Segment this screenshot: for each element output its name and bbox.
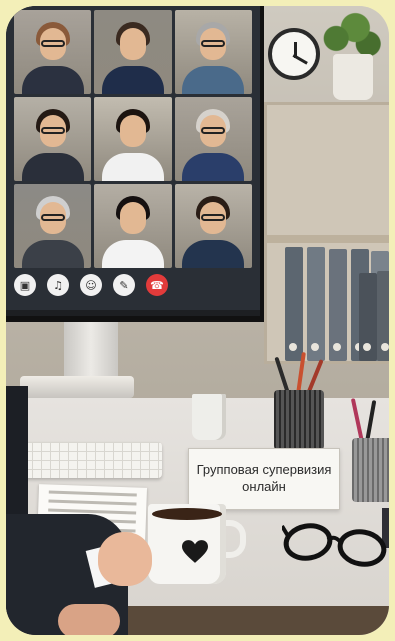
- glasses-icon: [40, 40, 65, 47]
- participant-tile[interactable]: [14, 184, 92, 268]
- participant-body: [21, 66, 84, 94]
- participant-body: [21, 153, 84, 181]
- participants-icon[interactable]: ☺: [80, 274, 102, 296]
- participant-body: [101, 240, 164, 268]
- participant-tile[interactable]: [14, 10, 92, 94]
- pen-holder-2: [352, 438, 389, 502]
- participant-face: [119, 202, 146, 234]
- keyboard: [24, 442, 162, 478]
- participant-tile[interactable]: [94, 184, 172, 268]
- eyeglasses-icon: [282, 523, 387, 567]
- heart-icon: [182, 540, 208, 563]
- camera-icon[interactable]: ▣: [14, 274, 36, 296]
- glasses-icon: [201, 127, 226, 134]
- pen-holder: [274, 390, 324, 450]
- video-call-screen: ▣ ♫ ☺ ✎ ☎: [6, 6, 260, 310]
- participant-body: [101, 66, 164, 94]
- plant-pot: [333, 54, 373, 100]
- participant-body: [182, 240, 245, 268]
- participant-body: [182, 66, 245, 94]
- plant: [317, 6, 381, 60]
- glasses-icon: [201, 214, 226, 221]
- glasses-icon: [40, 214, 65, 221]
- participant-face: [119, 28, 146, 60]
- chat-icon[interactable]: ✎: [113, 274, 135, 296]
- participant-tile[interactable]: [174, 97, 252, 181]
- participant-body: [182, 153, 245, 181]
- person-hand-2: [58, 604, 120, 635]
- participant-tile[interactable]: [14, 97, 92, 181]
- person-hand: [98, 532, 152, 586]
- desk-sign: Групповая супервизия онлайн: [188, 448, 340, 510]
- participant-tile[interactable]: [94, 10, 172, 94]
- wall-clock-icon: [268, 28, 320, 80]
- participant-body: [101, 153, 164, 181]
- monitor: ▣ ♫ ☺ ✎ ☎: [6, 6, 264, 322]
- participant-face: [119, 115, 146, 147]
- paper-cup: [192, 394, 226, 440]
- participant-body: [21, 240, 84, 268]
- bookshelf: [264, 102, 389, 364]
- monitor-base: [20, 376, 134, 398]
- photo-frame: ▣ ♫ ☺ ✎ ☎ Групповая супервизия онлайн: [6, 6, 389, 635]
- glasses-icon: [201, 40, 226, 47]
- participant-tile[interactable]: [94, 97, 172, 181]
- participant-grid: [14, 10, 252, 268]
- hang-up-icon[interactable]: ☎: [146, 274, 168, 296]
- glasses-icon: [40, 127, 65, 134]
- call-controls: ▣ ♫ ☺ ✎ ☎: [14, 274, 254, 300]
- participant-tile[interactable]: [174, 184, 252, 268]
- participant-tile[interactable]: [174, 10, 252, 94]
- monitor-stand: [64, 322, 118, 382]
- microphone-icon[interactable]: ♫: [47, 274, 69, 296]
